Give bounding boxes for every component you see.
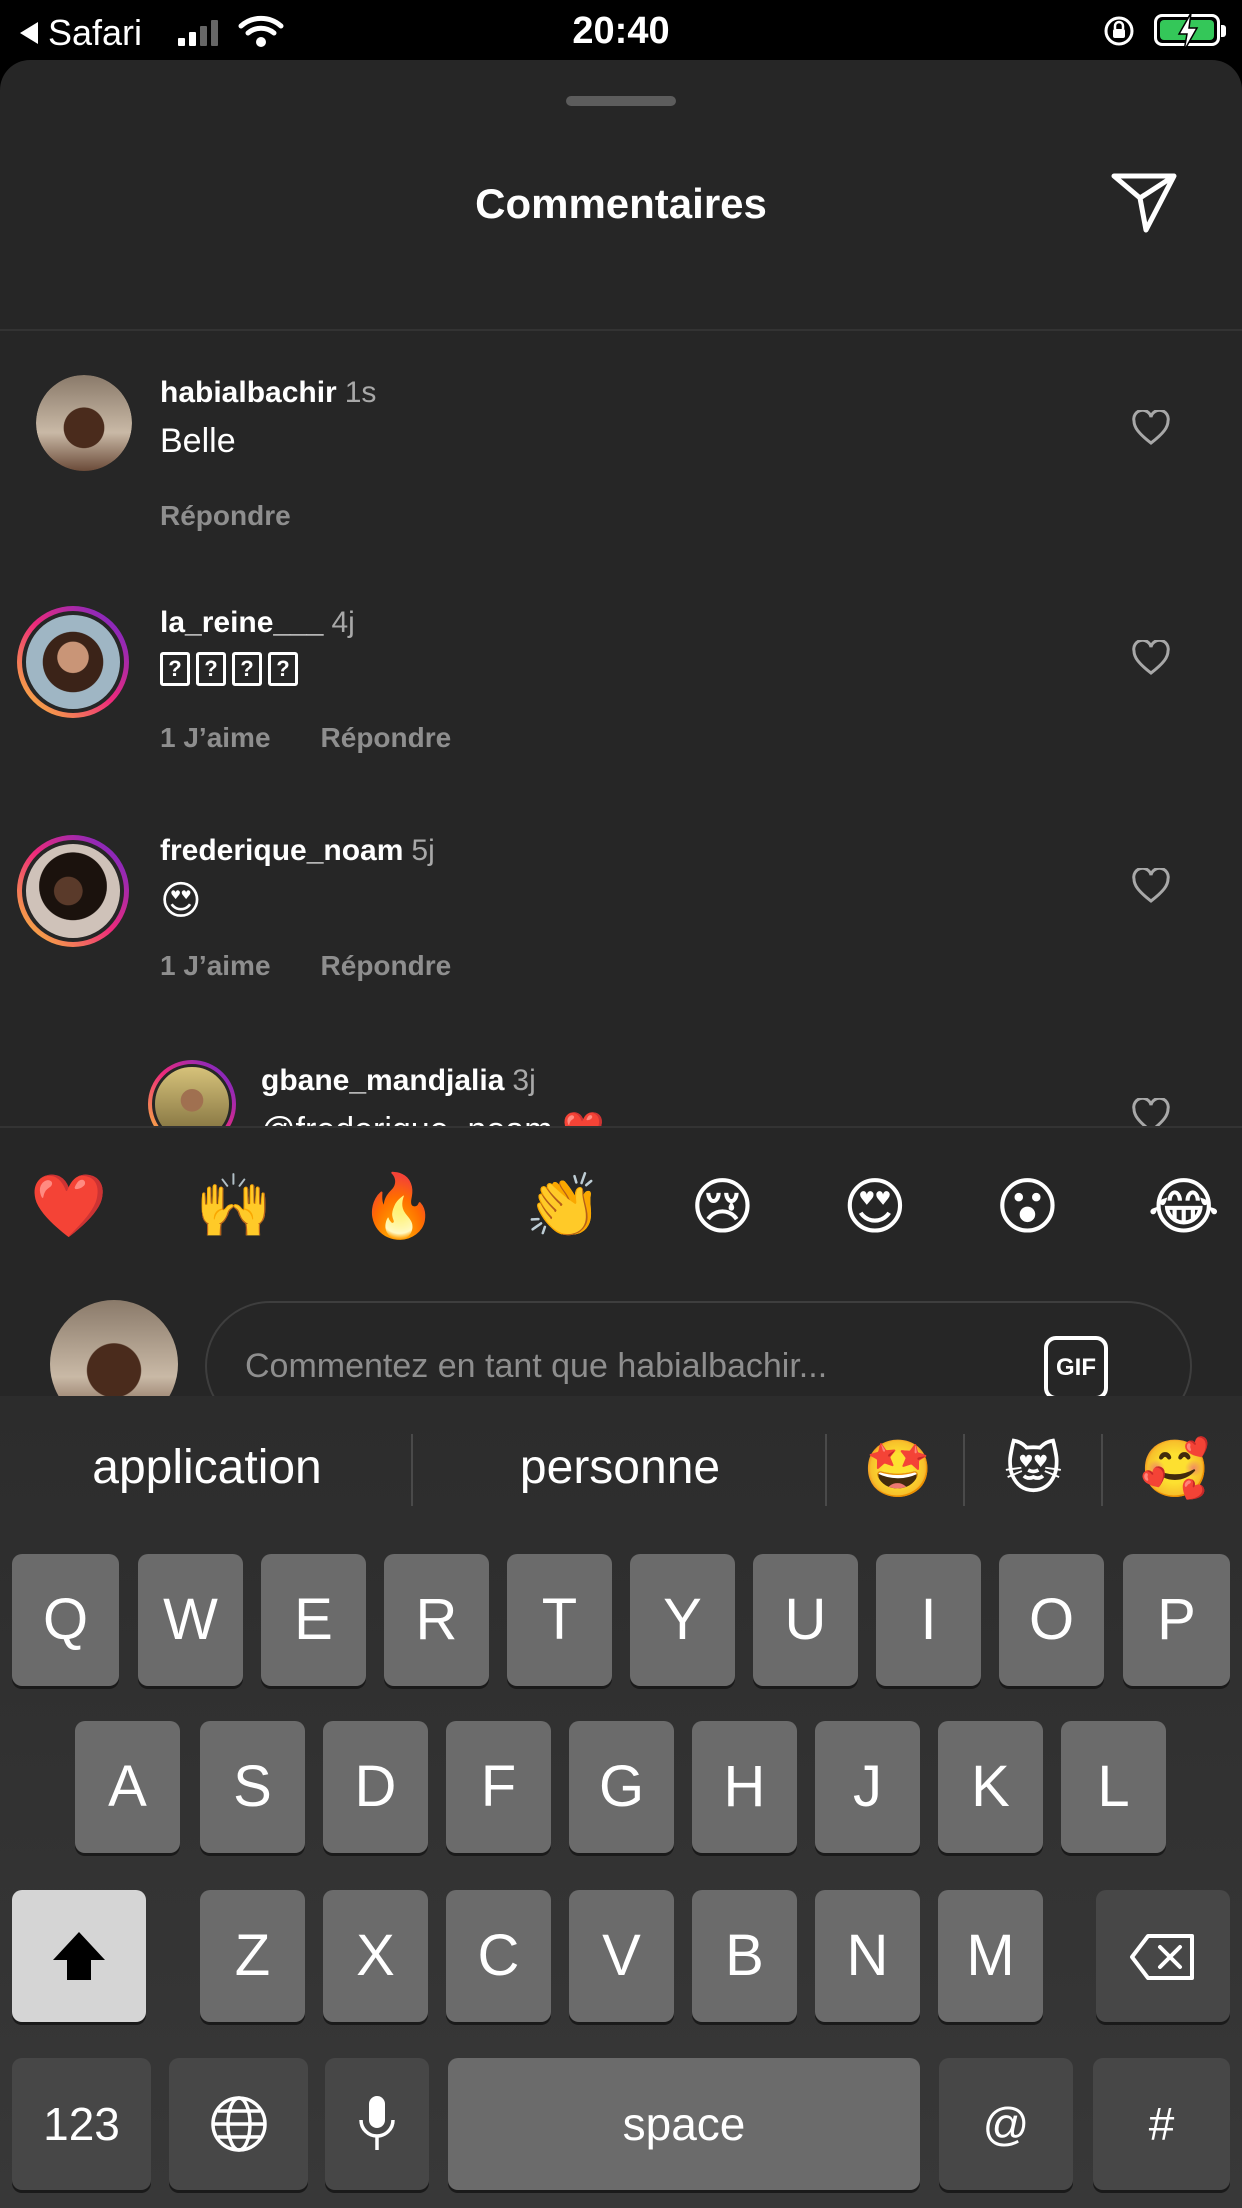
comment-time: 5j: [411, 834, 435, 867]
avatar-story-ring[interactable]: [17, 606, 129, 718]
comment-username[interactable]: habialbachir 1s: [160, 376, 376, 410]
prediction-emoji[interactable]: 😻: [1004, 1436, 1062, 1502]
comment-item: habialbachir 1s Belle Répondre: [0, 332, 1242, 562]
key[interactable]: Y: [630, 1554, 735, 1686]
comment-item: frederique_noam 5j 😍 1 J’aime Répondre: [0, 790, 1242, 1020]
sheet-title: Commentaires: [475, 180, 767, 227]
keyboard: application personne 🤩 😻 🥰 Q W E R T Y U…: [0, 1396, 1242, 2208]
emoji-crying[interactable]: 😢: [690, 1170, 755, 1243]
avatar[interactable]: [36, 375, 132, 471]
likes-count[interactable]: 1 J’aime: [160, 950, 271, 982]
delete-key[interactable]: [1096, 1890, 1230, 2022]
comment-username[interactable]: gbane_mandjalia 3j: [261, 1064, 536, 1098]
comment-username[interactable]: la_reine___ 4j: [160, 606, 355, 640]
comments-list[interactable]: habialbachir 1s Belle Répondre la_reine__…: [0, 332, 1242, 1126]
key[interactable]: K: [938, 1721, 1043, 1853]
battery-icon: [1154, 13, 1226, 51]
prediction-word[interactable]: application: [30, 1440, 384, 1495]
key[interactable]: E: [261, 1554, 366, 1686]
comment-item: la_reine___4j ???? ???? 1 J’aime Répondr…: [0, 562, 1242, 792]
emoji-fire[interactable]: 🔥: [360, 1170, 437, 1243]
comment-text: 😍: [160, 879, 202, 923]
emoji-surprised[interactable]: 😮: [995, 1170, 1060, 1243]
avatar-story-ring[interactable]: [148, 1060, 236, 1126]
heart-icon[interactable]: [1132, 640, 1170, 676]
key[interactable]: I: [876, 1554, 981, 1686]
key[interactable]: U: [753, 1554, 858, 1686]
comment-text: ????: [160, 650, 162, 651]
backspace-icon: [1130, 1934, 1194, 1980]
quick-emoji-bar: ❤️ 🙌 🔥 👏 😢 😍 😮 😂: [30, 1170, 1220, 1243]
globe-icon: [210, 2096, 267, 2152]
emoji-clap[interactable]: 👏: [525, 1170, 602, 1243]
key[interactable]: T: [507, 1554, 612, 1686]
comment-input[interactable]: Commentez en tant que habialbachir... GI…: [205, 1301, 1192, 1396]
comment-text: Belle: [160, 422, 236, 460]
reply-button[interactable]: Répondre: [160, 500, 291, 532]
key[interactable]: A: [75, 1721, 180, 1853]
key[interactable]: R: [384, 1554, 489, 1686]
key[interactable]: B: [692, 1890, 797, 2022]
reply-comment-item: gbane_mandjalia3j @frederique_noam ❤️: [0, 1020, 1242, 1126]
status-bar: Safari 20:40: [0, 0, 1242, 60]
comment-time: 4j: [331, 606, 355, 639]
key[interactable]: V: [569, 1890, 674, 2022]
emoji-laughing[interactable]: 😂: [1148, 1170, 1220, 1243]
comments-sheet: Commentaires habialbachir 1s Belle Répond…: [0, 60, 1242, 1396]
clock: 20:40: [572, 10, 670, 52]
key[interactable]: H: [692, 1721, 797, 1853]
heart-icon[interactable]: [1132, 1098, 1170, 1126]
emoji-raised-hands[interactable]: 🙌: [195, 1170, 272, 1243]
shift-arrow-icon: [53, 1932, 105, 1980]
emoji-heart-eyes[interactable]: 😍: [843, 1170, 908, 1243]
microphone-icon: [359, 2096, 395, 2150]
gif-button[interactable]: GIF: [1044, 1336, 1108, 1396]
numbers-key[interactable]: 123: [12, 2058, 151, 2190]
reply-button[interactable]: Répondre: [321, 950, 452, 982]
key[interactable]: S: [200, 1721, 305, 1853]
sheet-grabber[interactable]: [566, 96, 676, 106]
prediction-emoji[interactable]: 🥰: [1140, 1436, 1210, 1502]
avatar-story-ring[interactable]: [17, 835, 129, 947]
key[interactable]: M: [938, 1890, 1043, 2022]
key[interactable]: P: [1123, 1554, 1230, 1686]
key[interactable]: W: [138, 1554, 243, 1686]
comment-time: 1s: [344, 376, 377, 409]
comment-text: @frederique_noam ❤️: [261, 1110, 604, 1126]
key[interactable]: F: [446, 1721, 551, 1853]
emoji-heart[interactable]: ❤️: [30, 1170, 107, 1243]
missing-glyphs: ????: [160, 652, 304, 686]
key[interactable]: L: [1061, 1721, 1166, 1853]
header-divider: [0, 329, 1242, 331]
comment-placeholder: Commentez en tant que habialbachir...: [245, 1347, 828, 1385]
prediction-word[interactable]: personne: [440, 1440, 800, 1495]
my-avatar: [50, 1300, 178, 1396]
key[interactable]: C: [446, 1890, 551, 2022]
key[interactable]: X: [323, 1890, 428, 2022]
prediction-emoji[interactable]: 🤩: [863, 1436, 933, 1502]
hash-key[interactable]: #: [1093, 2058, 1230, 2190]
likes-count[interactable]: 1 J’aime: [160, 722, 271, 754]
at-key[interactable]: @: [939, 2058, 1073, 2190]
key[interactable]: O: [999, 1554, 1104, 1686]
space-key[interactable]: space: [448, 2058, 920, 2190]
dictation-key[interactable]: [325, 2058, 429, 2190]
shift-key[interactable]: [12, 1890, 146, 2022]
prediction-bar: application personne 🤩 😻 🥰: [0, 1396, 1242, 1546]
key[interactable]: G: [569, 1721, 674, 1853]
heart-icon[interactable]: [1132, 868, 1170, 904]
paper-plane-icon[interactable]: [1110, 170, 1178, 234]
globe-key[interactable]: [169, 2058, 308, 2190]
key[interactable]: J: [815, 1721, 920, 1853]
key[interactable]: N: [815, 1890, 920, 2022]
key[interactable]: Q: [12, 1554, 119, 1686]
heart-icon[interactable]: [1132, 410, 1170, 446]
emoji-bar-divider: [0, 1126, 1242, 1128]
comment-time: 3j: [512, 1064, 536, 1097]
comment-username[interactable]: frederique_noam 5j: [160, 834, 435, 868]
rotation-lock-icon: [1104, 16, 1134, 46]
reply-button[interactable]: Répondre: [321, 722, 452, 754]
key[interactable]: D: [323, 1721, 428, 1853]
key[interactable]: Z: [200, 1890, 305, 2022]
